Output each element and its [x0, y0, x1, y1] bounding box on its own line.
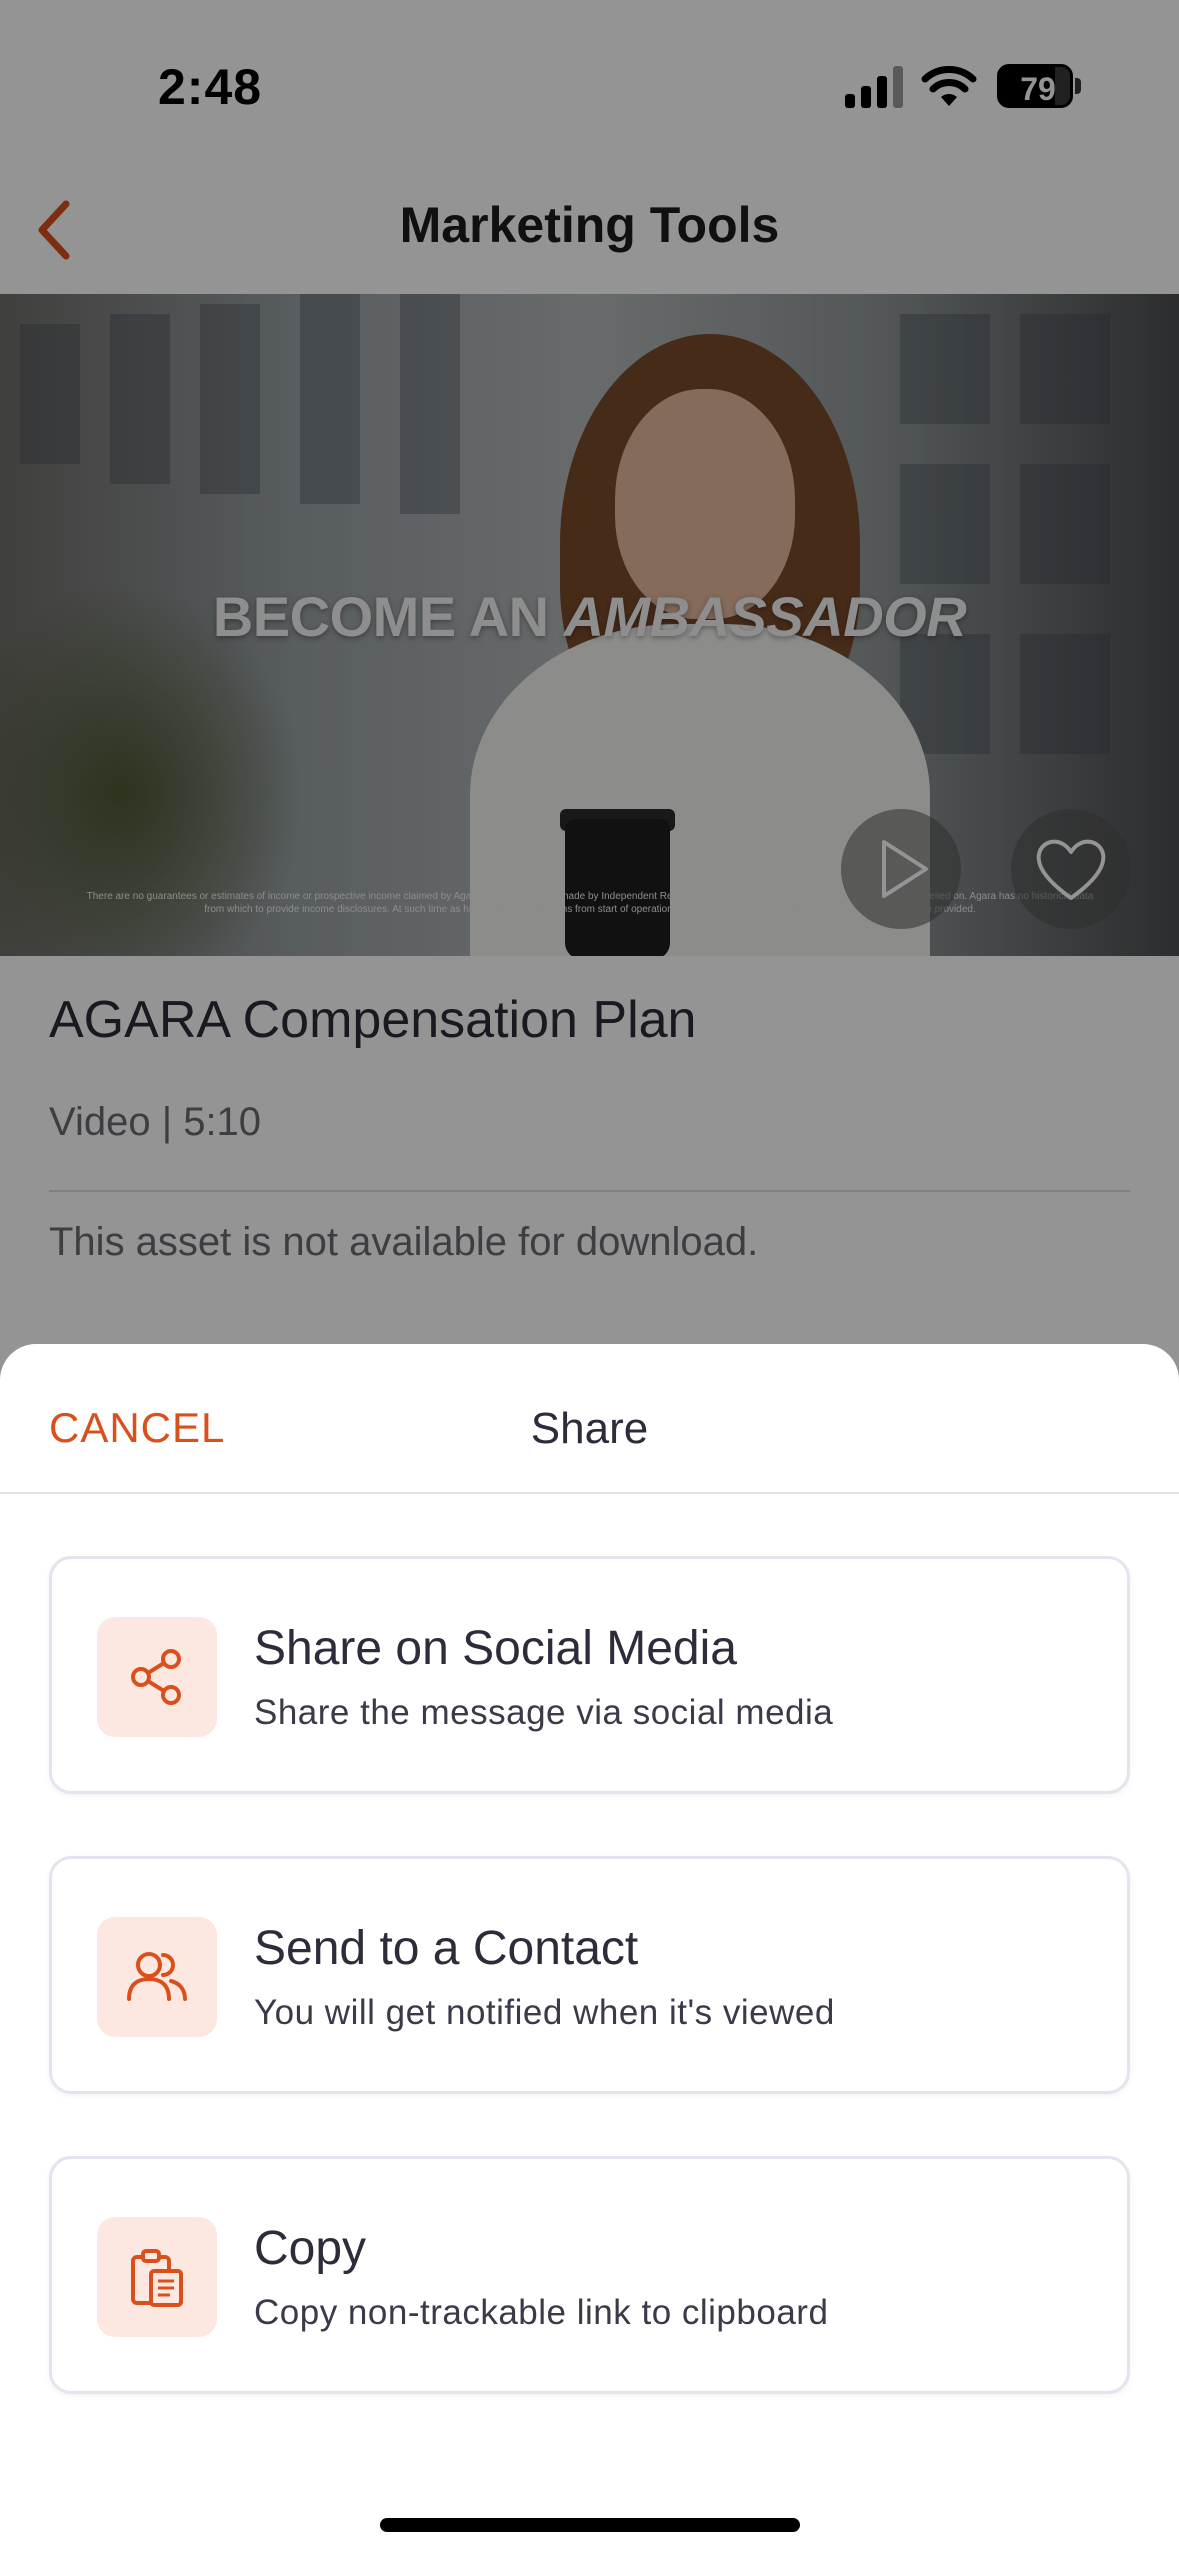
share-icon [131, 1649, 181, 1705]
home-indicator[interactable] [380, 2518, 800, 2532]
copy-link-option[interactable]: Copy Copy non-trackable link to clipboar… [49, 2156, 1130, 2394]
screen: 2:48 79 Marketing Tools BECOME AN AMBASS… [0, 0, 1179, 2556]
clipboard-icon [131, 2249, 183, 2307]
divider [0, 1492, 1179, 1494]
option-subtitle: Copy non-trackable link to clipboard [254, 2293, 829, 2332]
send-to-contact-option[interactable]: Send to a Contact You will get notified … [49, 1856, 1130, 2094]
share-social-media-option[interactable]: Share on Social Media Share the message … [49, 1556, 1130, 1794]
share-sheet: CANCEL Share Share on Social Media Share… [0, 1344, 1179, 2556]
option-title: Send to a Contact [254, 1922, 639, 1975]
option-title: Share on Social Media [254, 1622, 737, 1675]
option-subtitle: Share the message via social media [254, 1693, 834, 1732]
contacts-icon [127, 1952, 187, 2001]
option-subtitle: You will get notified when it's viewed [254, 1993, 835, 2032]
option-title: Copy [254, 2222, 367, 2275]
sheet-title: Share [530, 1404, 649, 1453]
